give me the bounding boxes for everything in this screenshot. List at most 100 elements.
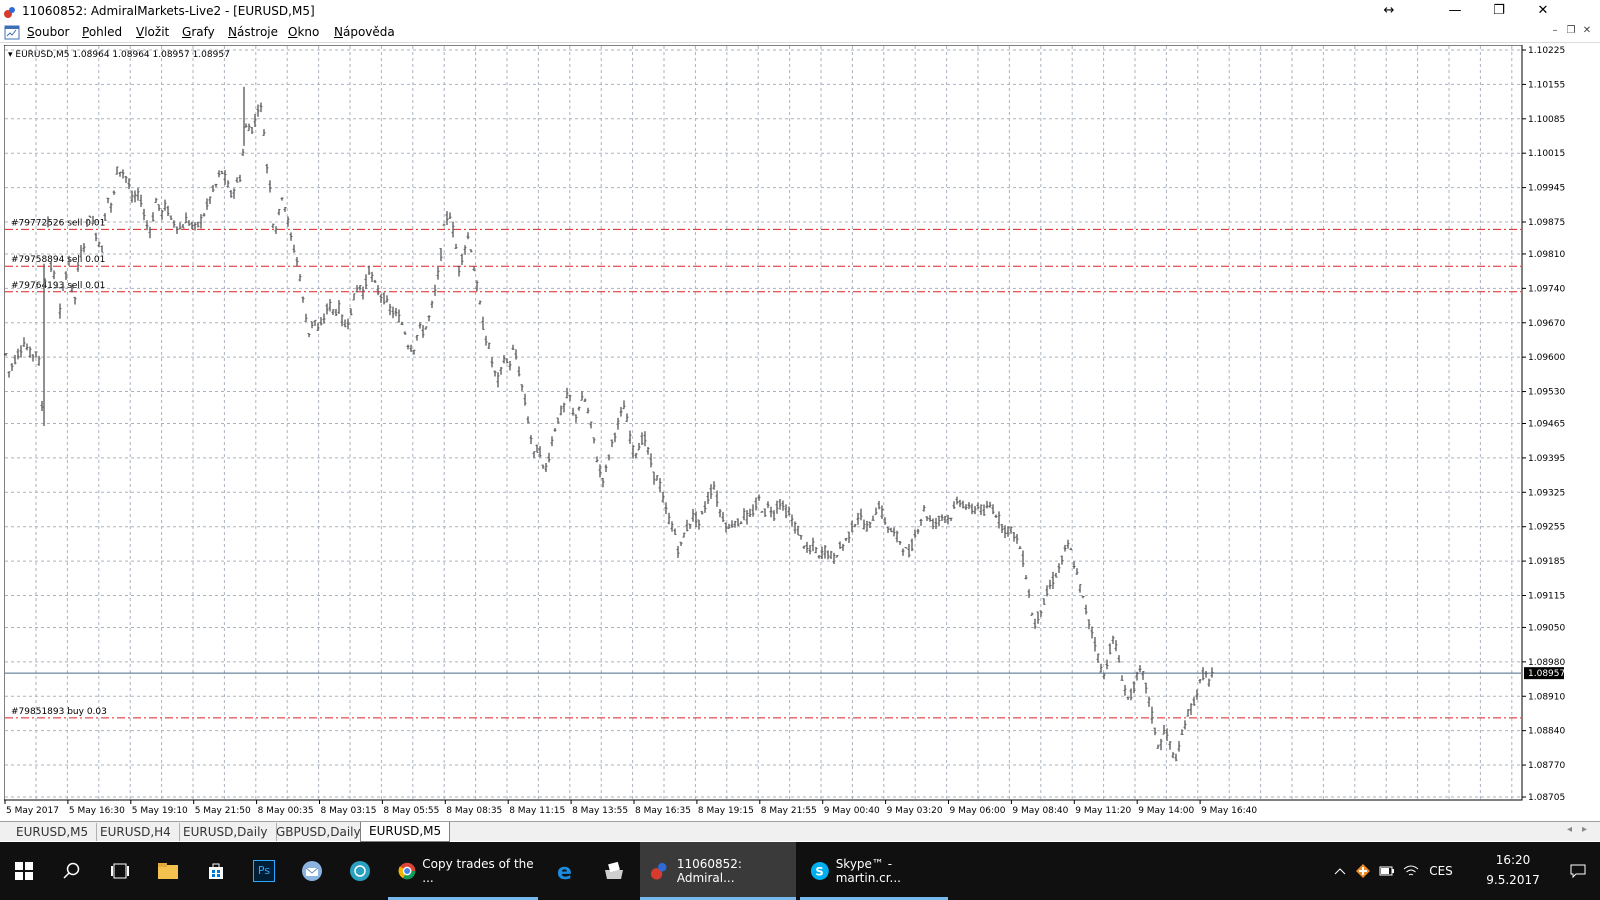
x-axis-label: 9 May 03:20 <box>887 806 943 816</box>
windows-taskbar: Ps Copy trades of the ... e 11060852: Ad… <box>0 842 1600 900</box>
search-icon <box>63 862 80 879</box>
x-axis-label: 8 May 21:55 <box>761 806 817 816</box>
language-indicator[interactable]: CES <box>1424 842 1458 900</box>
edge-button[interactable]: e <box>542 842 590 900</box>
maximize-button[interactable]: ❐ <box>1476 0 1522 23</box>
y-axis-label: 1.09740 <box>1528 284 1565 294</box>
x-axis-label: 8 May 16:35 <box>635 806 691 816</box>
clock-date: 9.5.2017 <box>1486 873 1540 887</box>
y-axis-label: 1.09810 <box>1528 250 1565 260</box>
menu-okno[interactable]: Okno <box>288 25 319 39</box>
menu-bar: Soubor Pohled Vložit Grafy Nástroje Okno… <box>0 23 1600 43</box>
resize-icon[interactable]: ↔ <box>1366 0 1412 23</box>
windows-logo-icon <box>15 862 33 880</box>
x-axis-label: 9 May 11:20 <box>1075 806 1131 816</box>
battery-icon <box>1379 866 1394 876</box>
taskbar-app-skype[interactable]: S Skype™ - martin.cr... <box>800 842 948 900</box>
network-app-icon <box>350 861 370 881</box>
x-axis-label: 9 May 00:40 <box>824 806 880 816</box>
y-axis-label: 1.09600 <box>1528 353 1565 363</box>
tab-eurusd-h4[interactable]: EURUSD,H4 <box>92 823 180 841</box>
store-icon <box>209 863 223 879</box>
x-axis-label: 5 May 19:10 <box>132 806 188 816</box>
tab-eurusd-m5-1[interactable]: EURUSD,M5 <box>8 823 98 841</box>
close-button[interactable]: ✕ <box>1520 0 1566 23</box>
x-axis-label: 9 May 08:40 <box>1012 806 1068 816</box>
metatrader-icon <box>4 7 15 18</box>
printer-app-button[interactable] <box>590 842 638 900</box>
tab-scroll-right-icon[interactable]: ▸ <box>1582 824 1587 835</box>
menu-pohled[interactable]: Pohled <box>82 25 122 39</box>
tray-overflow-button[interactable] <box>1328 842 1352 900</box>
folder-icon <box>158 863 178 879</box>
chart-window-icon[interactable] <box>4 25 20 40</box>
window-title: 11060852: AdmiralMarkets-Live2 - [EURUSD… <box>22 4 315 18</box>
system-clock[interactable]: 16:20 9.5.2017 <box>1478 850 1548 890</box>
x-axis-label: 8 May 00:35 <box>258 806 314 816</box>
thunderbird-button[interactable] <box>288 842 336 900</box>
minimize-button[interactable]: — <box>1432 0 1478 23</box>
window-titlebar: 11060852: AdmiralMarkets-Live2 - [EURUSD… <box>0 0 1600 23</box>
taskbar-app-label: Skype™ - martin.cr... <box>835 857 901 885</box>
y-axis-label: 1.10155 <box>1528 80 1565 90</box>
search-button[interactable] <box>48 842 96 900</box>
task-view-button[interactable] <box>96 842 144 900</box>
file-explorer-button[interactable] <box>144 842 192 900</box>
tray-app-button[interactable] <box>1352 842 1374 900</box>
action-center-button[interactable] <box>1560 842 1596 900</box>
menu-napoveda[interactable]: Nápověda <box>334 25 395 39</box>
photoshop-button[interactable]: Ps <box>240 842 288 900</box>
chart-plot-area[interactable] <box>4 45 1523 801</box>
start-button[interactable] <box>0 842 48 900</box>
menu-vlozit[interactable]: Vložit <box>136 25 169 39</box>
price-chart[interactable]: #79772526 sell 0.01 #79758894 sell 0.01 #7… <box>4 45 1600 820</box>
svg-text:S: S <box>815 864 823 878</box>
y-axis-label: 1.09115 <box>1528 592 1565 602</box>
y-axis-label: 1.08910 <box>1528 692 1565 702</box>
y-axis-label: 1.10015 <box>1528 149 1565 159</box>
price-axis: 1.10225 1.10155 1.10085 1.10015 1.09945 1.098… <box>1522 46 1565 803</box>
y-axis-label: 1.08980 <box>1528 658 1565 668</box>
skype-icon: S <box>810 862 829 880</box>
order-line-label: #79764193 sell 0.01 <box>11 281 105 291</box>
y-axis-label: 1.09530 <box>1528 388 1565 398</box>
y-axis-label: 1.09395 <box>1528 454 1565 464</box>
x-axis-label: 9 May 14:00 <box>1138 806 1194 816</box>
menu-soubor[interactable]: Soubor <box>27 25 69 39</box>
tab-scroll-left-icon[interactable]: ◂ <box>1567 824 1572 835</box>
mdi-close-button[interactable]: ✕ <box>1578 25 1596 40</box>
y-axis-label: 1.09875 <box>1528 218 1565 228</box>
task-view-icon <box>111 863 129 879</box>
taskbar-app-metatrader[interactable]: 11060852: Admiral... <box>640 842 796 900</box>
y-axis-label: 1.08840 <box>1528 727 1565 737</box>
battery-button[interactable] <box>1376 842 1398 900</box>
x-axis-label: 5 May 2017 <box>6 806 59 816</box>
store-button[interactable] <box>192 842 240 900</box>
y-axis-label: 1.08770 <box>1528 761 1565 771</box>
x-axis-label: 8 May 05:55 <box>383 806 439 816</box>
wifi-button[interactable] <box>1400 842 1422 900</box>
x-axis-label: 8 May 03:15 <box>321 806 377 816</box>
taskbar-app-chrome[interactable]: Copy trades of the ... <box>388 842 538 900</box>
printer-icon <box>605 861 623 879</box>
chart-header-label: ▾ EURUSD,M5 1.08964 1.08964 1.08957 1.08… <box>8 50 230 60</box>
y-axis-label: 1.08705 <box>1528 793 1565 803</box>
metatrader-icon <box>650 862 667 880</box>
order-line-label: #79772526 sell 0.01 <box>11 218 105 228</box>
taskbar-app-label: Copy trades of the ... <box>422 857 534 885</box>
chart-window[interactable]: #79772526 sell 0.01 #79758894 sell 0.01 #7… <box>4 45 1600 820</box>
tab-gbpusd-daily[interactable]: GBPUSD,Daily <box>268 823 370 841</box>
menu-nastroje[interactable]: Nástroje <box>228 25 278 39</box>
mail-client-icon <box>302 861 322 881</box>
order-line-label: #79851893 buy 0.03 <box>11 707 107 717</box>
photoshop-icon: Ps <box>253 860 275 882</box>
y-axis-label: 1.09255 <box>1528 523 1565 533</box>
tab-eurusd-daily[interactable]: EURUSD,Daily <box>175 823 277 841</box>
x-axis-label: 5 May 21:50 <box>195 806 251 816</box>
menu-grafy[interactable]: Grafy <box>182 25 215 39</box>
network-app-button[interactable] <box>336 842 384 900</box>
tab-eurusd-m5-active[interactable]: EURUSD,M5 <box>360 822 451 842</box>
chrome-icon <box>398 862 416 880</box>
x-axis-label: 8 May 11:15 <box>509 806 565 816</box>
x-axis-label: 8 May 08:35 <box>446 806 502 816</box>
